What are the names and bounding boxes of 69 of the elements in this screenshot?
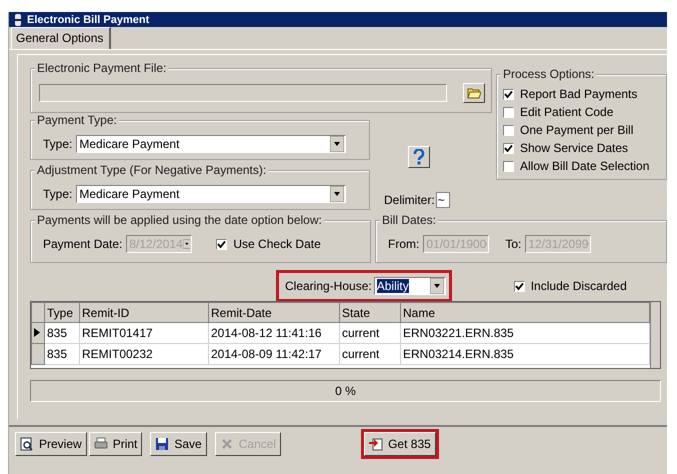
- column-header[interactable]: Remit-ID: [80, 302, 208, 322]
- group-label: Payments will be applied using the date option below:: [35, 213, 324, 227]
- table-cell: current: [340, 344, 400, 364]
- column-header[interactable]: Remit-Date: [208, 302, 340, 322]
- tab[interactable]: General Options: [11, 27, 112, 49]
- group-label: Payment Type:: [35, 113, 119, 127]
- progress-reading: 0 %: [335, 384, 356, 398]
- table-cell: ERN03221.ERN.835: [400, 322, 650, 344]
- preview-button[interactable]: Preview: [15, 432, 87, 456]
- table-cell: REMIT01417: [80, 322, 208, 344]
- checkbox-label: Show Service Dates: [520, 141, 628, 155]
- dropdown[interactable]: Medicare Payment: [76, 135, 346, 153]
- row-header[interactable]: [32, 322, 44, 344]
- file-path-field[interactable]: [39, 84, 447, 102]
- get-button[interactable]: Get 835: [364, 432, 436, 456]
- field-label: Delimiter:: [383, 193, 435, 207]
- checkbox-label: One Payment per Bill: [520, 123, 634, 137]
- import-document-icon: [369, 437, 384, 451]
- checkbox[interactable]: [514, 280, 525, 292]
- dropdown-arrow-icon[interactable]: [330, 136, 344, 152]
- group-label: Electronic Payment File:: [35, 61, 168, 75]
- checkbox[interactable]: [503, 106, 514, 118]
- app-icon: [12, 14, 24, 26]
- column-header[interactable]: State: [340, 302, 400, 322]
- checkbox[interactable]: [503, 88, 514, 100]
- save-button[interactable]: Save: [150, 432, 207, 456]
- checkbox-label: Use Check Date: [233, 237, 321, 251]
- group-label: Bill Dates:: [380, 213, 438, 227]
- dropdown-arrow-icon[interactable]: [430, 278, 444, 294]
- checkbox[interactable]: [503, 160, 514, 172]
- checkbox[interactable]: [503, 124, 514, 136]
- field-label: To:: [504, 237, 522, 251]
- group-label: Process Options:: [501, 67, 596, 81]
- field-label: Type:: [42, 137, 72, 151]
- folder-icon: [467, 87, 481, 99]
- table-cell: 835: [44, 322, 80, 344]
- magnifier-page-icon: [20, 437, 34, 451]
- help-icon: [412, 149, 426, 165]
- table-cell: 2014-08-12 11:41:16: [208, 322, 340, 344]
- help-button[interactable]: [408, 146, 430, 168]
- table-cell: ERN03214.ERN.835: [400, 344, 650, 364]
- cross-icon: [220, 437, 234, 451]
- scrollbar[interactable]: [650, 302, 660, 368]
- printer-icon: [94, 437, 108, 451]
- delimiter-field[interactable]: ~: [436, 192, 450, 208]
- print-button[interactable]: Print: [88, 432, 142, 456]
- table-cell: 2014-08-09 11:42:17: [208, 344, 340, 364]
- column-header[interactable]: Type: [44, 302, 80, 322]
- row-header: [32, 302, 44, 322]
- checkbox-label: Report Bad Payments: [520, 87, 638, 101]
- table-cell: 835: [44, 344, 80, 364]
- field-label: Clearing-House:: [284, 279, 372, 293]
- dropdown[interactable]: Medicare Payment: [76, 185, 346, 203]
- checkbox[interactable]: [503, 142, 514, 154]
- field-label: Type:: [42, 187, 72, 201]
- table-cell: REMIT00232: [80, 344, 208, 364]
- group-label: Adjustment Type (For Negative Payments):: [35, 163, 268, 177]
- open-folder-button[interactable]: [463, 83, 485, 103]
- dropdown[interactable]: Ability: [374, 277, 446, 295]
- checkbox-label: Allow Bill Date Selection: [520, 159, 650, 173]
- checkbox-label: Include Discarded: [530, 279, 627, 293]
- checkbox-label: Edit Patient Code: [520, 105, 614, 119]
- window-title: Electronic Bill Payment: [27, 14, 150, 26]
- column-header[interactable]: Name: [400, 302, 650, 322]
- field-label: From:: [387, 237, 420, 251]
- row-pointer-icon: [34, 328, 40, 337]
- field-label: Payment Date:: [42, 237, 122, 251]
- table-cell: current: [340, 322, 400, 344]
- dropdown-arrow-icon[interactable]: [330, 186, 344, 202]
